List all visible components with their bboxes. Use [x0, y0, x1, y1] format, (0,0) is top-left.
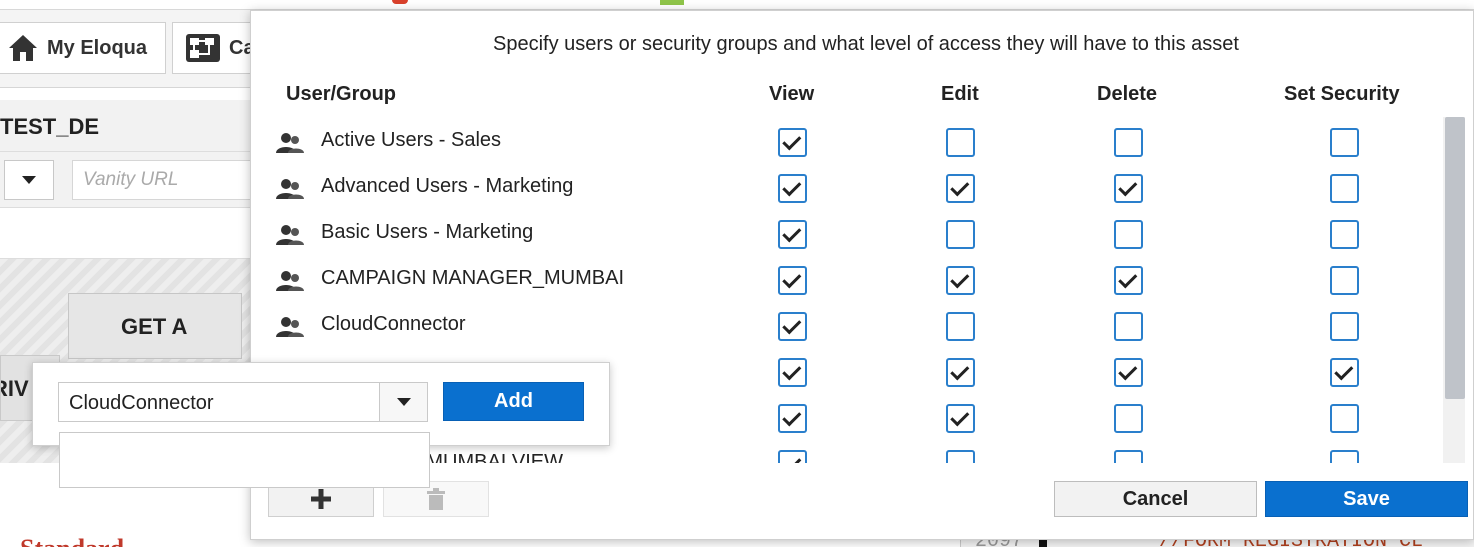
- edit-checkbox[interactable]: [946, 450, 975, 463]
- vanity-url-input[interactable]: Vanity URL: [72, 160, 272, 200]
- view-checkbox[interactable]: [778, 220, 807, 249]
- permission-row: Basic Users - Marketing: [251, 211, 1441, 257]
- column-header-user-group: User/Group: [286, 83, 397, 105]
- security-dialog: Specify users or security groups and wha…: [250, 10, 1474, 540]
- edit-checkbox[interactable]: [946, 128, 975, 157]
- partial-block-label: RIV: [1, 376, 29, 401]
- column-header-delete: Delete: [1097, 83, 1158, 105]
- chevron-down-icon: [396, 398, 411, 406]
- campaign-canvas-icon: [186, 34, 220, 62]
- set-security-checkbox[interactable]: [1330, 174, 1359, 203]
- delete-checkbox[interactable]: [1114, 266, 1143, 295]
- view-checkbox[interactable]: [778, 128, 807, 157]
- plus-icon: [311, 489, 331, 509]
- home-icon: [9, 35, 37, 61]
- standard-heading: Standard: [20, 534, 124, 547]
- delete-checkbox[interactable]: [1114, 174, 1143, 203]
- browser-top-strip: [0, 0, 1474, 10]
- url-domain-dropdown[interactable]: [4, 160, 54, 200]
- group-select-value[interactable]: CloudConnector: [69, 392, 214, 415]
- group-name: Active Users - Sales: [321, 129, 502, 151]
- group-name: CAMPAIGN MANAGER_MUMBAI: [321, 267, 624, 289]
- delete-checkbox[interactable]: [1114, 128, 1143, 157]
- group-suggestion-list[interactable]: [59, 432, 430, 488]
- nav-my-eloqua-label: My Eloqua: [47, 36, 148, 59]
- view-checkbox[interactable]: [778, 450, 807, 463]
- view-checkbox[interactable]: [778, 404, 807, 433]
- set-security-checkbox[interactable]: [1330, 128, 1359, 157]
- view-checkbox[interactable]: [778, 174, 807, 203]
- set-security-checkbox[interactable]: [1330, 220, 1359, 249]
- set-security-checkbox[interactable]: [1330, 266, 1359, 295]
- delete-checkbox[interactable]: [1114, 312, 1143, 341]
- tab-indicator-red: [392, 0, 408, 4]
- edit-checkbox[interactable]: [946, 220, 975, 249]
- delete-checkbox[interactable]: [1114, 404, 1143, 433]
- delete-checkbox[interactable]: [1114, 220, 1143, 249]
- view-checkbox[interactable]: [778, 266, 807, 295]
- user-group-icon: [276, 225, 304, 245]
- edit-checkbox[interactable]: [946, 174, 975, 203]
- permission-row: Active Users - Sales: [251, 119, 1441, 165]
- asset-title: TEST_DE: [0, 100, 260, 152]
- chevron-down-icon: [22, 176, 36, 184]
- column-header-edit: Edit: [941, 83, 979, 105]
- save-button[interactable]: Save: [1265, 481, 1468, 517]
- group-select-combobox[interactable]: CloudConnector: [58, 382, 428, 422]
- user-group-icon: [276, 317, 304, 337]
- group-select-toggle[interactable]: [379, 383, 427, 421]
- view-checkbox[interactable]: [778, 358, 807, 387]
- delete-checkbox[interactable]: [1114, 450, 1143, 463]
- permission-row: CloudConnector: [251, 303, 1441, 349]
- add-button[interactable]: Add: [443, 382, 584, 421]
- set-security-checkbox[interactable]: [1330, 404, 1359, 433]
- user-group-icon: [276, 133, 304, 153]
- edit-checkbox[interactable]: [946, 312, 975, 341]
- nav-my-eloqua-button[interactable]: My Eloqua: [0, 22, 166, 74]
- group-name: Basic Users - Marketing: [321, 221, 534, 243]
- column-header-view: View: [769, 83, 815, 105]
- group-name: CloudConnector: [321, 313, 466, 335]
- dialog-instruction: Specify users or security groups and wha…: [493, 33, 1239, 55]
- permission-row: CAMPAIGN MANAGER_MUMBAI: [251, 257, 1441, 303]
- user-group-icon: [276, 179, 304, 199]
- delete-checkbox[interactable]: [1114, 358, 1143, 387]
- edit-checkbox[interactable]: [946, 358, 975, 387]
- user-group-icon: [276, 271, 304, 291]
- set-security-checkbox[interactable]: [1330, 358, 1359, 387]
- cancel-button[interactable]: Cancel: [1054, 481, 1257, 517]
- tab-indicator-green: [660, 0, 684, 5]
- set-security-checkbox[interactable]: [1330, 312, 1359, 341]
- column-header-set-security: Set Security: [1284, 83, 1400, 105]
- edit-checkbox[interactable]: [946, 404, 975, 433]
- set-security-checkbox[interactable]: [1330, 450, 1359, 463]
- permission-row: Advanced Users - Marketing: [251, 165, 1441, 211]
- get-a-block[interactable]: GET A: [68, 293, 242, 359]
- trash-icon: [427, 488, 445, 510]
- group-name: Advanced Users - Marketing: [321, 175, 574, 197]
- grid-scrollbar-thumb[interactable]: [1445, 117, 1465, 399]
- vanity-url-row: Vanity URL: [0, 152, 272, 208]
- view-checkbox[interactable]: [778, 312, 807, 341]
- edit-checkbox[interactable]: [946, 266, 975, 295]
- app-nav-bar: My Eloqua Ca: [0, 10, 272, 88]
